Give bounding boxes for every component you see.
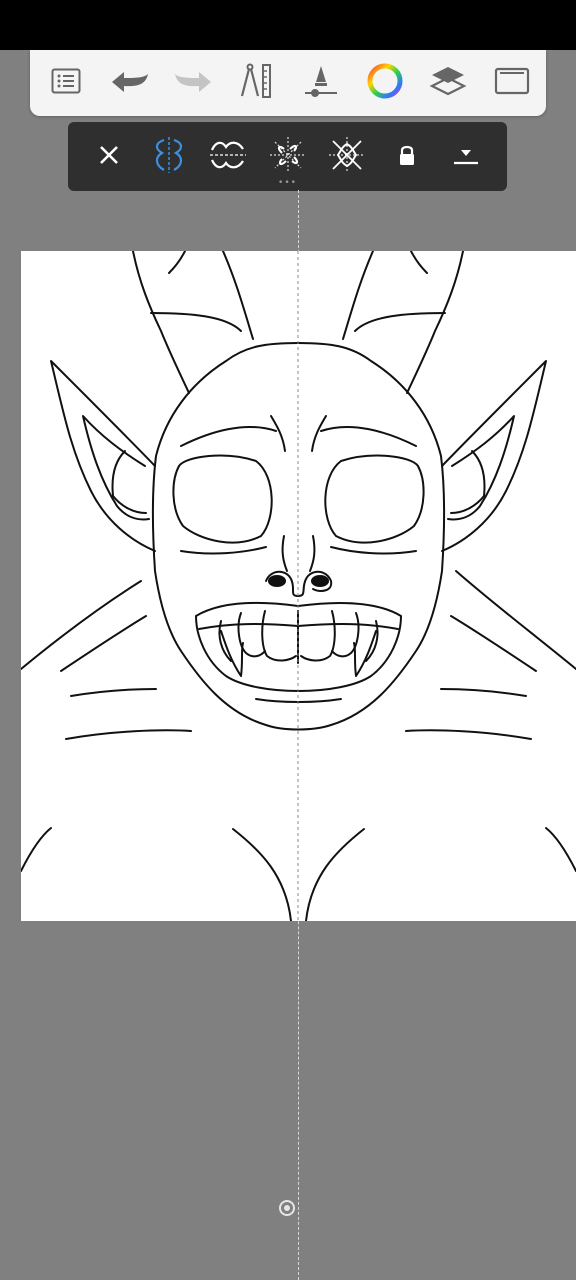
symmetry-toolbar: •••: [68, 122, 507, 191]
color-wheel-icon: [366, 62, 404, 104]
close-symmetry-button[interactable]: [88, 134, 130, 180]
redo-icon: [173, 68, 213, 98]
fullscreen-button[interactable]: [492, 63, 532, 103]
brush-size-icon: [303, 64, 339, 102]
list-button[interactable]: [46, 63, 86, 103]
close-icon: [98, 144, 120, 170]
rotary-symmetry-button[interactable]: [326, 134, 368, 180]
horizontal-symmetry-button[interactable]: [207, 134, 249, 180]
rotary-symmetry-icon: [327, 135, 367, 179]
color-button[interactable]: [365, 63, 405, 103]
lock-button[interactable]: [386, 134, 428, 180]
goblin-line-drawing: [21, 251, 576, 921]
layers-button[interactable]: [428, 63, 468, 103]
undo-button[interactable]: [110, 63, 150, 103]
redo-button[interactable]: [173, 63, 213, 103]
radial-symmetry-icon: [268, 135, 308, 179]
undo-icon: [110, 68, 150, 98]
fullscreen-icon: [494, 67, 530, 99]
horizontal-symmetry-icon: [208, 135, 248, 179]
guide-rotate-handle[interactable]: [277, 1198, 297, 1218]
layers-icon: [429, 64, 467, 102]
ruler-button[interactable]: [237, 63, 277, 103]
drawing-canvas[interactable]: [21, 251, 576, 921]
vertical-symmetry-button[interactable]: [148, 134, 190, 180]
radial-symmetry-button[interactable]: •••: [267, 134, 309, 187]
collapse-icon: [451, 142, 481, 172]
list-icon: [51, 68, 81, 98]
top-toolbar: [30, 50, 546, 116]
more-options-indicator: •••: [278, 177, 297, 188]
ruler-icon: [239, 62, 275, 104]
lock-icon: [398, 144, 416, 170]
vertical-symmetry-icon: [149, 135, 189, 179]
collapse-button[interactable]: [445, 134, 487, 180]
status-bar: [0, 0, 576, 50]
brush-button[interactable]: [301, 63, 341, 103]
